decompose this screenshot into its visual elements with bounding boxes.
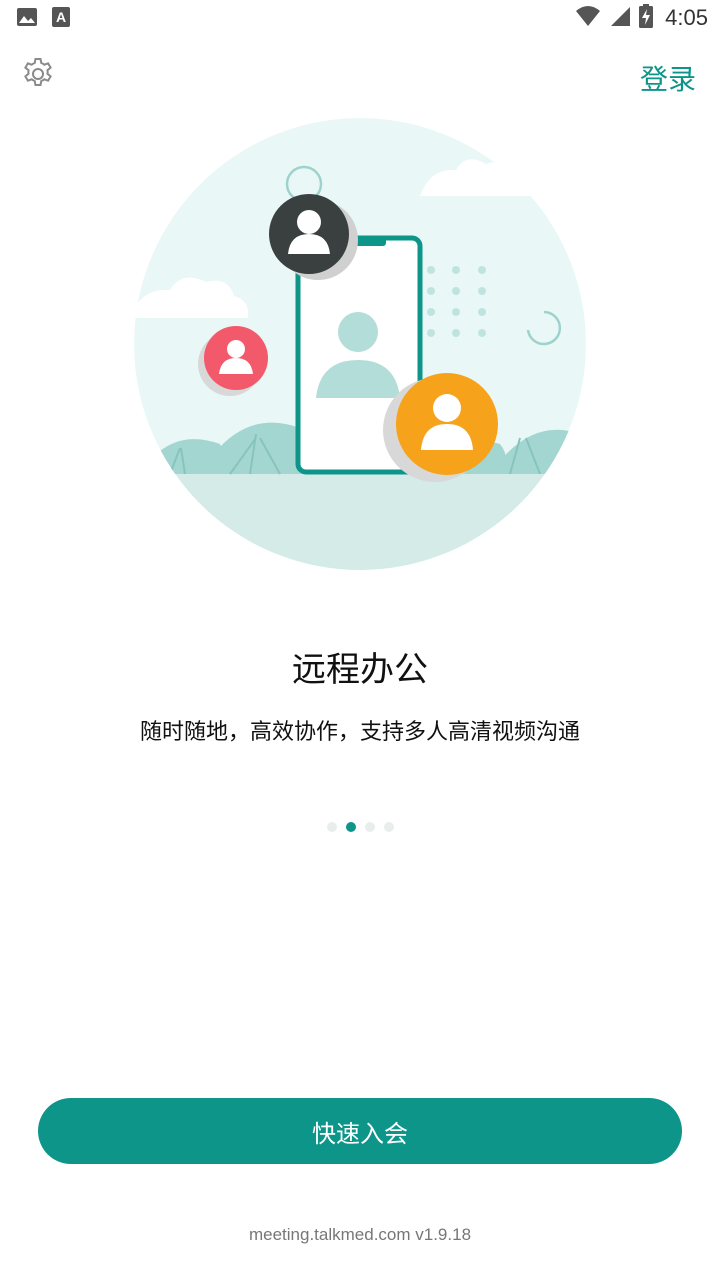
page-dot-active (345, 822, 356, 832)
onboarding-subtitle: 随时随地，高效协作，支持多人高清视频沟通 (139, 720, 580, 745)
quick-join-label: 快速入会 (312, 1119, 408, 1148)
page-indicator (0, 822, 720, 832)
image-icon (16, 7, 38, 31)
status-bar-right: 4:05 (575, 4, 708, 32)
gear-icon (24, 58, 52, 86)
login-button[interactable]: 登录 (640, 58, 696, 98)
onboarding-title: 远程办公 (292, 650, 428, 690)
wifi-icon (575, 5, 601, 31)
signal-icon (609, 5, 631, 31)
page-dot (326, 822, 337, 832)
page-dot (383, 822, 394, 832)
battery-charging-icon (639, 4, 654, 32)
font-a-icon: A (52, 7, 70, 31)
svg-text:A: A (56, 9, 66, 25)
status-bar-left: A (16, 7, 70, 31)
status-bar: A 4:05 (0, 0, 720, 36)
settings-button[interactable] (20, 56, 56, 92)
quick-join-button[interactable]: 快速入会 (38, 1098, 682, 1164)
page-dot (364, 822, 375, 832)
version-footer: meeting.talkmed.com v1.9.18 (248, 1225, 472, 1244)
status-time: 4:05 (665, 5, 708, 30)
onboarding-illustration (130, 118, 590, 574)
